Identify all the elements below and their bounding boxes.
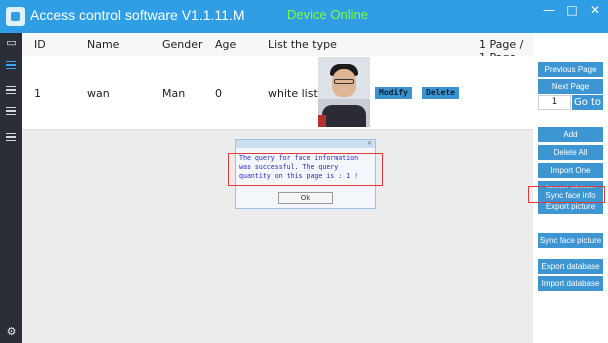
delete-all-button[interactable]: Delete All [538,145,603,160]
dialog-titlebar: ✕ [236,140,375,148]
device-status: Device Online [287,7,368,22]
import-database-button[interactable]: Import database [538,276,603,291]
sync-face-picture-button[interactable]: Sync face picture [538,233,603,248]
menu-list-icon[interactable] [6,61,16,69]
add-button[interactable]: Add [538,127,603,142]
app-logo-icon [6,7,25,26]
col-age: Age [215,38,237,51]
table-row[interactable]: 1 wan Man 0 white list Modify Delete [22,56,533,130]
col-id: ID [34,38,46,51]
cell-list-type: white list [268,87,318,100]
menu-settings-icon[interactable] [6,133,16,141]
next-page-button[interactable]: Next Page [538,79,603,94]
col-gender: Gender [162,38,203,51]
ok-button[interactable]: Ok [278,192,333,204]
left-nav: ▭ ⚙ [0,33,22,343]
sync-face-info-highlight [528,186,605,203]
col-name: Name [87,38,120,51]
id-card-icon[interactable]: ▭ [6,37,17,48]
menu-records-icon[interactable] [6,86,16,94]
modify-button[interactable]: Modify [375,87,412,99]
close-button[interactable]: ✕ [584,0,606,20]
cell-name: wan [87,87,110,100]
dialog-close-icon[interactable]: ✕ [367,140,372,148]
export-database-button[interactable]: Export database [538,259,603,274]
menu-device-icon[interactable] [6,107,16,115]
gear-icon[interactable]: ⚙ [6,326,17,337]
previous-page-button[interactable]: Previous Page [538,62,603,77]
import-one-button[interactable]: Import One [538,163,603,178]
go-to-button[interactable]: Go to [572,95,603,110]
face-photo [318,57,370,127]
dialog-message-highlight [228,153,383,186]
cell-age: 0 [215,87,222,100]
cell-id: 1 [34,87,41,100]
col-list-type: List the type [268,38,337,51]
title-bar: Access control software V1.1.11.M Device… [0,0,608,33]
cell-gender: Man [162,87,186,100]
page-number-input[interactable]: 1 [538,95,571,110]
app-title: Access control software V1.1.11.M [30,7,245,23]
delete-button[interactable]: Delete [422,87,459,99]
table-header: ID Name Gender Age List the type 1 Page … [22,33,533,64]
minimize-button[interactable]: — [538,0,560,20]
maximize-button[interactable]: □ [561,0,583,20]
